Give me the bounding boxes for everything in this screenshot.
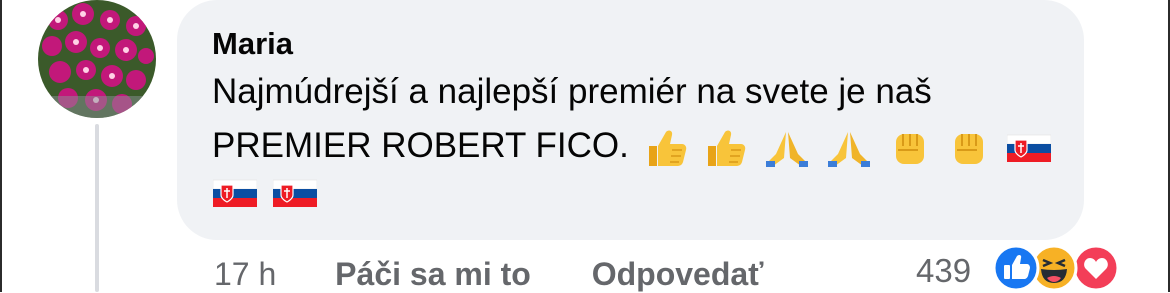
comment-text-line2: PREMIER ROBERT FICO. — [212, 126, 1051, 168]
slovakia-flag-emoji-icon — [273, 179, 318, 207]
reply-button[interactable]: Odpovedať — [592, 256, 764, 293]
comment-text-line1: Najmúdrejší a najlepší premiér na svete … — [212, 72, 932, 111]
reaction-icons[interactable] — [992, 244, 1170, 292]
raised-fist-emoji-icon — [895, 133, 924, 164]
comment-timestamp[interactable]: 17 h — [214, 256, 276, 293]
avatar[interactable] — [38, 0, 156, 118]
comment-actions: 17 h Páči sa mi to Odpovedať — [214, 256, 764, 293]
flag-row — [213, 178, 329, 208]
folded-hands-emoji-icon — [766, 131, 809, 167]
like-button[interactable]: Páči sa mi to — [335, 256, 531, 293]
thumbs-up-emoji-icon — [648, 130, 686, 166]
slovakia-flag-emoji-icon — [1006, 134, 1051, 162]
thumbs-up-emoji-icon — [708, 130, 746, 166]
folded-hands-emoji-icon — [827, 131, 870, 167]
thread-line — [95, 124, 99, 292]
slovakia-flag-emoji-icon — [213, 179, 257, 207]
raised-fist-emoji-icon — [955, 133, 984, 164]
reaction-count[interactable]: 439 — [916, 252, 971, 290]
comment-text-line2-text: PREMIER ROBERT FICO. — [212, 126, 629, 165]
like-reaction-icon — [992, 244, 1040, 292]
love-reaction-icon — [1072, 244, 1120, 292]
comment-author[interactable]: Maria — [212, 26, 293, 62]
